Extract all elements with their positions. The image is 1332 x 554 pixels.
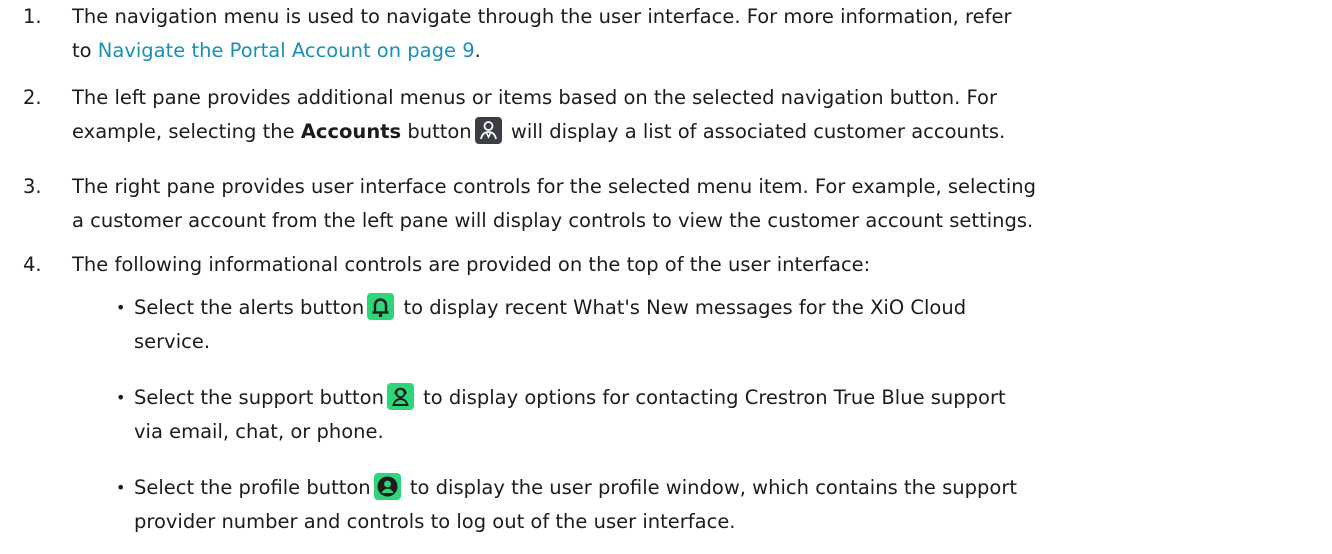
text-fragment: Select the support button — [134, 386, 384, 409]
bullet-dot: • — [116, 388, 126, 407]
item-line: a customer account from the left pane wi… — [72, 209, 1034, 232]
bullet-line: Select the support button to display opt… — [134, 381, 1324, 415]
item-number: 2. — [23, 86, 42, 109]
bullet-text: Select the profile button to display the… — [134, 471, 1324, 539]
item-number: 4. — [23, 253, 42, 276]
text-fragment: . — [474, 39, 481, 62]
bullet-line: Select the alerts button to display rece… — [134, 291, 1324, 325]
navigate-portal-link[interactable]: Navigate the Portal Account on page 9 — [98, 39, 475, 62]
text-fragment: Select the profile button — [134, 476, 371, 499]
text-fragment: Select the alerts button — [134, 296, 365, 319]
item-line: example, selecting the Accounts button w… — [72, 115, 1322, 149]
text-fragment: to display options for contacting Crestr… — [416, 386, 1006, 409]
item-line: The following informational controls are… — [72, 253, 871, 276]
bullet-line: service. — [134, 330, 211, 353]
item-line: The left pane provides additional menus … — [72, 86, 997, 109]
item-text: The left pane provides additional menus … — [72, 81, 1322, 149]
profile-icon — [373, 473, 401, 500]
item-line: to Navigate the Portal Account on page 9… — [72, 34, 1322, 68]
instruction-list: 1. The navigation menu is used to naviga… — [0, 0, 1332, 554]
item-number: 1. — [23, 5, 42, 28]
text-fragment: to display recent What's New messages fo… — [397, 296, 967, 319]
item-text: The following informational controls are… — [72, 248, 1322, 282]
item-text: The right pane provides user interface c… — [72, 170, 1322, 238]
bullet-text: Select the support button to display opt… — [134, 381, 1324, 449]
item-text: The navigation menu is used to navigate … — [72, 0, 1322, 68]
text-fragment: button — [401, 120, 472, 143]
text-fragment: to — [72, 39, 98, 62]
bullet-line: Select the profile button to display the… — [134, 471, 1324, 505]
bullet-line: via email, chat, or phone. — [134, 420, 384, 443]
support-agent-icon — [386, 383, 414, 410]
bullet-dot: • — [116, 298, 126, 317]
text-fragment: to display the user profile window, whic… — [403, 476, 1017, 499]
item-line: The navigation menu is used to navigate … — [72, 5, 1012, 28]
bullet-line: provider number and controls to log out … — [134, 510, 736, 533]
bullet-dot: • — [116, 478, 126, 497]
item-number: 3. — [23, 175, 42, 198]
item-line: The right pane provides user interface c… — [72, 175, 1036, 198]
text-fragment: example, selecting the — [72, 120, 301, 143]
accounts-icon — [474, 117, 502, 144]
bullet-text: Select the alerts button to display rece… — [134, 291, 1324, 359]
text-fragment: will display a list of associated custom… — [504, 120, 1006, 143]
accounts-bold-label: Accounts — [300, 120, 402, 143]
bell-icon — [367, 293, 395, 320]
